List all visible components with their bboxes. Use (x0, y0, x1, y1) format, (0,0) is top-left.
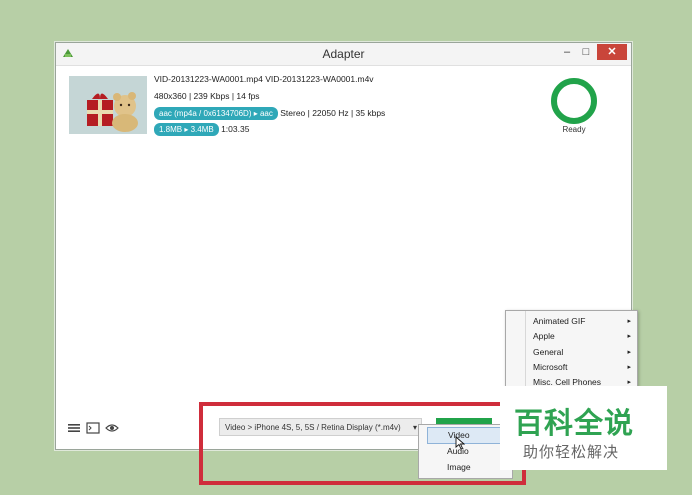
cursor-icon (455, 436, 465, 450)
maximize-button[interactable]: □ (577, 44, 595, 60)
watermark-subtitle: 助你轻松解决 (523, 444, 620, 461)
chevron-right-icon: ▸ (627, 333, 631, 340)
window-title: Adapter (322, 47, 365, 61)
preset-category-menu: Animated GIF ▸ Apple ▸ General ▸ Microso… (505, 310, 638, 392)
menu-item-label: Microsoft (533, 362, 568, 372)
menu-item-general[interactable]: General ▸ (533, 345, 633, 360)
size-badge: 1.8MB ▸ 3.4MB (154, 123, 219, 136)
chevron-right-icon: ▸ (627, 318, 631, 325)
video-thumbnail (69, 76, 147, 134)
ready-status-icon (551, 78, 597, 124)
menu-item-label: Animated GIF (533, 316, 586, 326)
menu-item-label: General (533, 347, 564, 357)
preset-type-submenu: Video Audio Image (418, 424, 513, 479)
list-icon[interactable] (67, 422, 81, 434)
file-names: VID-20131223-WA0001.mp4 VID-20131223-WA0… (154, 74, 374, 84)
audio-info: Stereo | 22050 Hz | 35 kbps (280, 108, 386, 118)
minimize-button[interactable]: – (557, 44, 577, 60)
close-button[interactable]: ✕ (597, 44, 627, 60)
chevron-right-icon: ▸ (627, 349, 631, 356)
eye-icon[interactable] (105, 422, 119, 434)
menu-gutter (506, 311, 526, 391)
submenu-item-audio[interactable]: Audio (427, 444, 508, 459)
ready-status-label: Ready (562, 125, 586, 134)
chevron-right-icon: ▸ (627, 364, 631, 371)
video-info: 480x360 | 239 Kbps | 14 fps (154, 91, 260, 101)
submenu-item-video[interactable]: Video (427, 427, 508, 444)
menu-item-microsoft[interactable]: Microsoft ▸ (533, 360, 633, 375)
watermark-title: 百科全说 (514, 408, 635, 440)
menu-item-animated-gif[interactable]: Animated GIF ▸ (533, 314, 633, 329)
title-bar[interactable]: Adapter – □ ✕ (56, 43, 631, 66)
duration: 1:03.35 (221, 124, 250, 134)
menu-item-label: Apple (533, 331, 555, 341)
watermark: 百科全说 助你轻松解决 (500, 386, 667, 470)
menu-item-apple[interactable]: Apple ▸ (533, 329, 633, 344)
size-row: 1.8MB ▸ 3.4MB 1:03.35 (154, 123, 249, 136)
audio-row: aac (mp4a / 0x6134706D) ▸ aac Stereo | 2… (154, 107, 385, 120)
audio-codec-badge: aac (mp4a / 0x6134706D) ▸ aac (154, 107, 278, 120)
terminal-icon[interactable] (86, 422, 100, 434)
submenu-item-image[interactable]: Image (427, 460, 508, 475)
